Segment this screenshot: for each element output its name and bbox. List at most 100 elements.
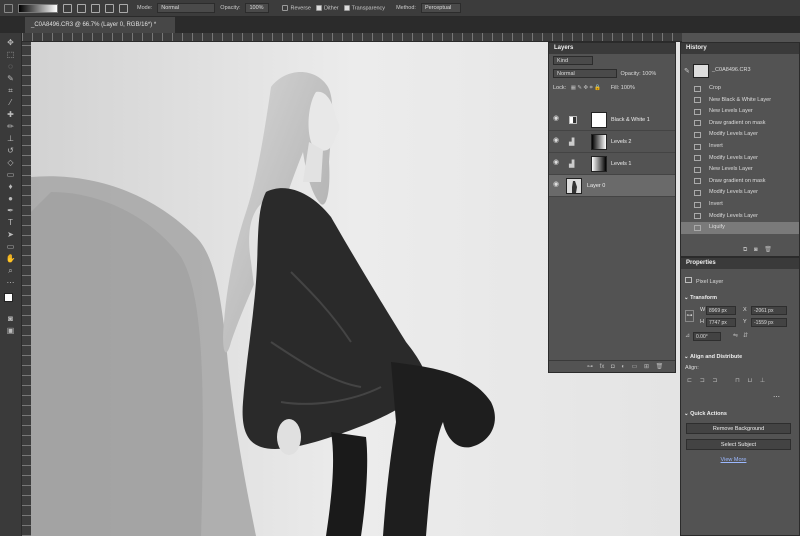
path-selection-tool-icon[interactable]: ➤ [4,230,17,240]
width-field[interactable]: 8969 px [706,306,736,315]
more-tools-icon[interactable]: ⋯ [4,278,17,288]
snapshot-camera-icon[interactable]: ◙ [754,247,758,253]
history-state-item[interactable]: New Levels Layer [681,164,799,176]
layer-filter-select[interactable]: Kind [553,56,593,65]
pen-tool-icon[interactable]: ✒ [4,206,17,216]
layer-row[interactable]: ◉ Black & White 1 [549,109,675,131]
history-snapshot[interactable]: ✎ _C0A8496.CR3 [681,63,799,81]
height-field[interactable]: 7747 px [706,318,736,327]
align-hcenter-icon[interactable]: ⊐ [700,378,705,384]
eyedropper-tool-icon[interactable]: ⁄ [4,98,17,108]
fill-field[interactable]: 100% [621,85,635,91]
angle-gradient-icon[interactable] [91,3,100,13]
link-dimensions-icon[interactable]: ⊶ [685,310,694,322]
delete-state-icon[interactable]: 🗑 [764,247,772,253]
layer-row-selected[interactable]: ◉ Layer 0 [549,175,675,197]
link-layers-icon[interactable]: ⊶ [587,364,593,370]
lasso-tool-icon[interactable]: ◌ [4,62,17,72]
healing-brush-tool-icon[interactable]: ✚ [4,110,17,120]
radial-gradient-icon[interactable] [77,3,86,13]
fx-icon[interactable]: fx [600,364,605,370]
transform-section-header[interactable]: ⌄ Transform [684,295,717,301]
clone-stamp-tool-icon[interactable]: ⊥ [4,134,17,144]
foreground-color-swatch[interactable] [4,293,13,302]
visibility-eye-icon[interactable]: ◉ [553,115,561,122]
layer-row[interactable]: ◉ ▟ Levels 2 [549,131,675,153]
blur-tool-icon[interactable]: ♦ [4,182,17,192]
lock-icons[interactable]: ▦ ✎ ✥ ⌗ 🔒 [571,85,601,91]
new-document-icon[interactable]: ⧉ [743,247,747,253]
quick-mask-icon[interactable]: ◙ [4,314,17,324]
blend-mode-select[interactable]: Normal [553,69,617,78]
diamond-gradient-icon[interactable] [119,3,128,13]
linear-gradient-icon[interactable] [63,3,72,13]
reverse-checkbox[interactable] [282,4,289,11]
dither-option[interactable]: Dither [315,4,339,11]
reverse-option[interactable]: Reverse [282,4,311,11]
history-state-item[interactable]: Crop [681,83,799,95]
y-field[interactable]: -1559 px [751,318,787,327]
align-section-header[interactable]: ⌄ Align and Distribute [684,354,742,360]
history-brush-icon[interactable]: ✎ [684,67,690,75]
dodge-tool-icon[interactable]: ● [4,194,17,204]
history-state-item[interactable]: New Black & White Layer [681,95,799,107]
align-bottom-icon[interactable]: ⊥ [760,378,765,384]
marquee-tool-icon[interactable]: ⬚ [4,50,17,60]
history-state-item[interactable]: Modify Levels Layer [681,153,799,165]
select-subject-button[interactable]: Select Subject [686,439,791,450]
tool-preset-icon[interactable] [4,3,13,13]
history-state-item[interactable]: Draw gradient on mask [681,118,799,130]
x-field[interactable]: -2061 px [751,306,787,315]
document-tab[interactable]: _C0A8496.CR3 @ 66.7% (Layer 0, RGB/16*) … [25,17,175,33]
mode-select[interactable]: Normal [157,3,216,13]
flip-horizontal-icon[interactable]: ⇋ [733,332,738,339]
brush-tool-icon[interactable]: ✏ [4,122,17,132]
align-top-icon[interactable]: ⊓ [735,378,740,384]
remove-background-button[interactable]: Remove Background [686,423,791,434]
new-layer-icon[interactable]: ⊞ [644,364,649,370]
quick-select-tool-icon[interactable]: ✎ [4,74,17,84]
history-state-item[interactable]: Liquify [681,222,799,234]
align-vcenter-icon[interactable]: ⊔ [747,378,752,384]
history-state-item[interactable]: Modify Levels Layer [681,211,799,223]
align-right-icon[interactable]: ⊐ [712,378,717,384]
adjustment-layer-icon[interactable]: ◐ [621,364,625,370]
crop-tool-icon[interactable]: ⌗ [4,86,17,96]
type-tool-icon[interactable]: T [4,218,17,228]
history-state-item[interactable]: Invert [681,199,799,211]
more-align-options-icon[interactable]: ⋯ [773,393,780,401]
screen-mode-icon[interactable]: ▣ [4,326,17,336]
visibility-eye-icon[interactable]: ◉ [553,137,561,144]
visibility-eye-icon[interactable]: ◉ [553,181,561,188]
history-state-item[interactable]: New Levels Layer [681,106,799,118]
transparency-option[interactable]: Transparency [343,4,385,11]
reflected-gradient-icon[interactable] [105,3,114,13]
gradient-picker[interactable] [18,3,58,13]
delete-layer-icon[interactable]: 🗑 [656,364,664,370]
group-icon[interactable]: ▭ [632,364,638,370]
layer-opacity-field[interactable]: 100% [642,71,656,77]
angle-field[interactable]: 0.00° [693,332,721,341]
visibility-eye-icon[interactable]: ◉ [553,159,561,166]
quick-actions-header[interactable]: ⌄ Quick Actions [684,411,727,417]
dither-checkbox[interactable] [315,4,322,11]
eraser-tool-icon[interactable]: ◇ [4,158,17,168]
flip-vertical-icon[interactable]: ⇵ [743,332,748,339]
opacity-field[interactable]: 100% [245,3,270,13]
history-state-item[interactable]: Modify Levels Layer [681,129,799,141]
zoom-tool-icon[interactable]: ⌕ [4,266,17,276]
history-state-item[interactable]: Modify Levels Layer [681,187,799,199]
transparency-checkbox[interactable] [343,4,350,11]
view-more-link[interactable]: View More [681,457,786,463]
hand-tool-icon[interactable]: ✋ [4,254,17,264]
history-state-item[interactable]: Invert [681,141,799,153]
history-state-item[interactable]: Draw gradient on mask [681,176,799,188]
rectangle-tool-icon[interactable]: ▭ [4,242,17,252]
layer-row[interactable]: ◉ ▟ Levels 1 [549,153,675,175]
gradient-tool-icon[interactable]: ▭ [4,170,17,180]
align-left-icon[interactable]: ⊏ [687,378,692,384]
add-mask-icon[interactable]: ◘ [611,364,615,370]
move-tool-icon[interactable]: ✥ [4,38,17,48]
method-select[interactable]: Perceptual [420,3,461,13]
history-brush-tool-icon[interactable]: ↺ [4,146,17,156]
